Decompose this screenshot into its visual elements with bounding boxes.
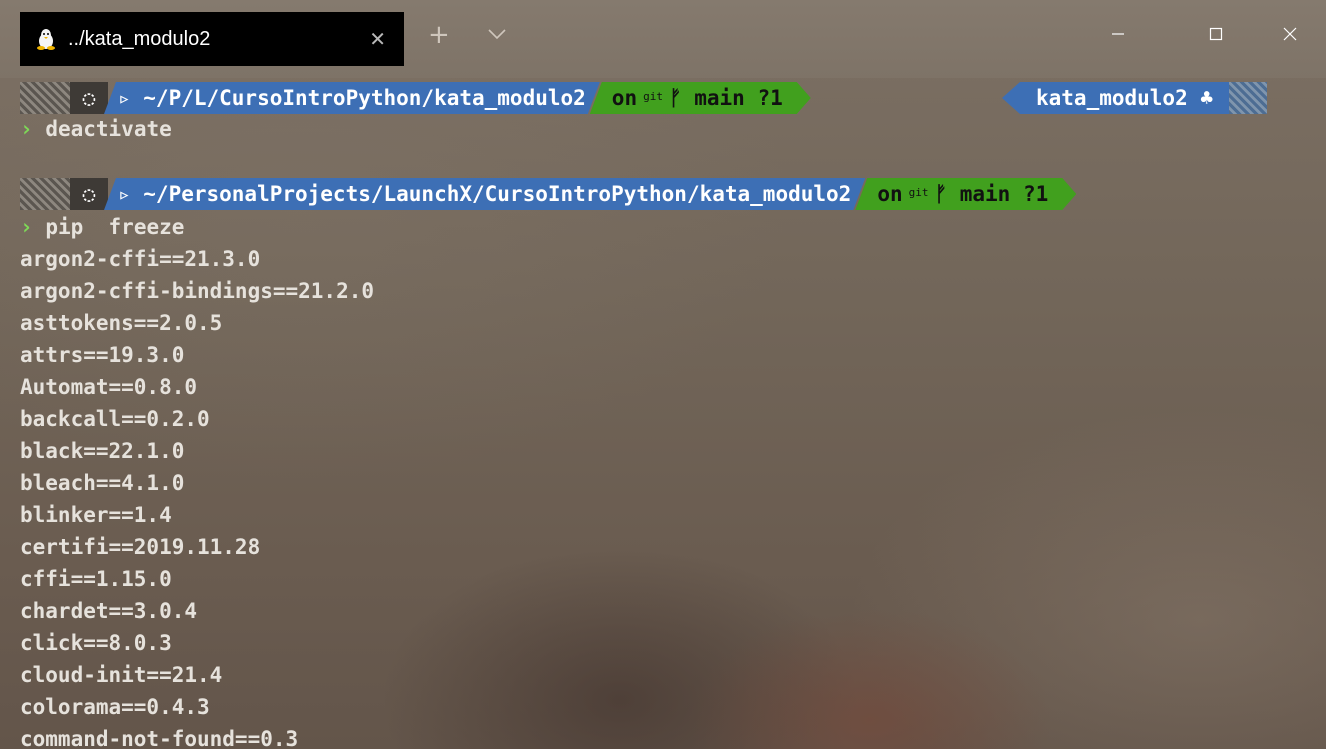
- output-line: cffi==1.15.0: [20, 567, 172, 591]
- command-text: pip freeze: [45, 215, 185, 239]
- prompt-chevron: ›: [20, 117, 33, 141]
- output-line: argon2-cffi-bindings==21.2.0: [20, 279, 375, 303]
- command-line-2: › pip freeze: [20, 212, 184, 242]
- title-bar: ../kata_modulo2 ✕ +: [0, 0, 1326, 78]
- linux-penguin-icon: [37, 29, 55, 50]
- tab-title: ../kata_modulo2: [68, 27, 211, 50]
- close-icon: [1283, 27, 1297, 41]
- command-line-1: › deactivate: [20, 114, 172, 144]
- branch-icon: ᚠ: [668, 86, 682, 110]
- prompt-line-2: ◌ ▹ ~/PersonalProjects/LaunchX/CursoIntr…: [20, 178, 1076, 210]
- output-line: asttokens==2.0.5: [20, 311, 223, 335]
- path-segment: ▹ ~/PersonalProjects/LaunchX/CursoIntroP…: [104, 178, 865, 210]
- maximize-button[interactable]: [1196, 14, 1236, 54]
- output-line: click==8.0.3: [20, 631, 172, 655]
- git-icon: git: [908, 186, 929, 199]
- git-segment: on git ᚠ main ?1: [855, 178, 1076, 210]
- output-line: certifi==2019.11.28: [20, 535, 261, 559]
- git-icon: git: [643, 90, 663, 103]
- output-line: cloud-init==21.4: [20, 663, 223, 687]
- command-text: deactivate: [45, 117, 172, 141]
- branch-icon: ᚠ: [934, 182, 948, 206]
- chevron-down-icon[interactable]: [486, 24, 508, 44]
- output-line: colorama==0.4.3: [20, 695, 210, 719]
- venv-segment: kata_modulo2 ♣: [1002, 82, 1230, 114]
- venv-indicator: kata_modulo2 ♣: [1002, 82, 1268, 114]
- minimize-button[interactable]: [1098, 14, 1138, 54]
- output-line: bleach==4.1.0: [20, 471, 185, 495]
- maximize-icon: [1209, 27, 1223, 41]
- output-line: backcall==0.2.0: [20, 407, 210, 431]
- path-segment: ▹ ~/P/L/CursoIntroPython/kata_modulo2: [104, 82, 600, 114]
- os-icon: ◌: [70, 82, 108, 114]
- tab-kata-modulo2[interactable]: ../kata_modulo2 ✕: [20, 12, 404, 66]
- output-line: attrs==19.3.0: [20, 343, 185, 367]
- git-segment: on git ᚠ main ?1: [590, 82, 811, 114]
- output-line: black==22.1.0: [20, 439, 185, 463]
- os-segment: [20, 82, 70, 114]
- git-on-label: on: [611, 86, 638, 110]
- terminal-output[interactable]: ◌ ▹ ~/P/L/CursoIntroPython/kata_modulo2 …: [0, 78, 1326, 749]
- tab-close-icon[interactable]: ✕: [369, 26, 386, 52]
- os-segment: [20, 178, 70, 210]
- prompt-line-1: ◌ ▹ ~/P/L/CursoIntroPython/kata_modulo2 …: [20, 82, 811, 114]
- venv-tail: [1229, 82, 1268, 114]
- output-line: command-not-found==0.3: [20, 727, 299, 749]
- os-icon: ◌: [70, 178, 108, 210]
- terminal-window: ../kata_modulo2 ✕ + ◌ ▹ ~/P/L/CursoIntro…: [0, 0, 1326, 749]
- output-line: Automat==0.8.0: [20, 375, 198, 399]
- git-branch: main ?1: [694, 86, 783, 110]
- output-line: chardet==3.0.4: [20, 599, 198, 623]
- git-on-label: on: [877, 182, 903, 206]
- new-tab-button[interactable]: +: [428, 20, 450, 50]
- close-window-button[interactable]: [1270, 14, 1310, 54]
- output-line: blinker==1.4: [20, 503, 172, 527]
- output-line: argon2-cffi==21.3.0: [20, 247, 261, 271]
- git-branch: main ?1: [959, 182, 1049, 206]
- prompt-chevron: ›: [20, 215, 33, 239]
- minimize-icon: [1112, 33, 1124, 35]
